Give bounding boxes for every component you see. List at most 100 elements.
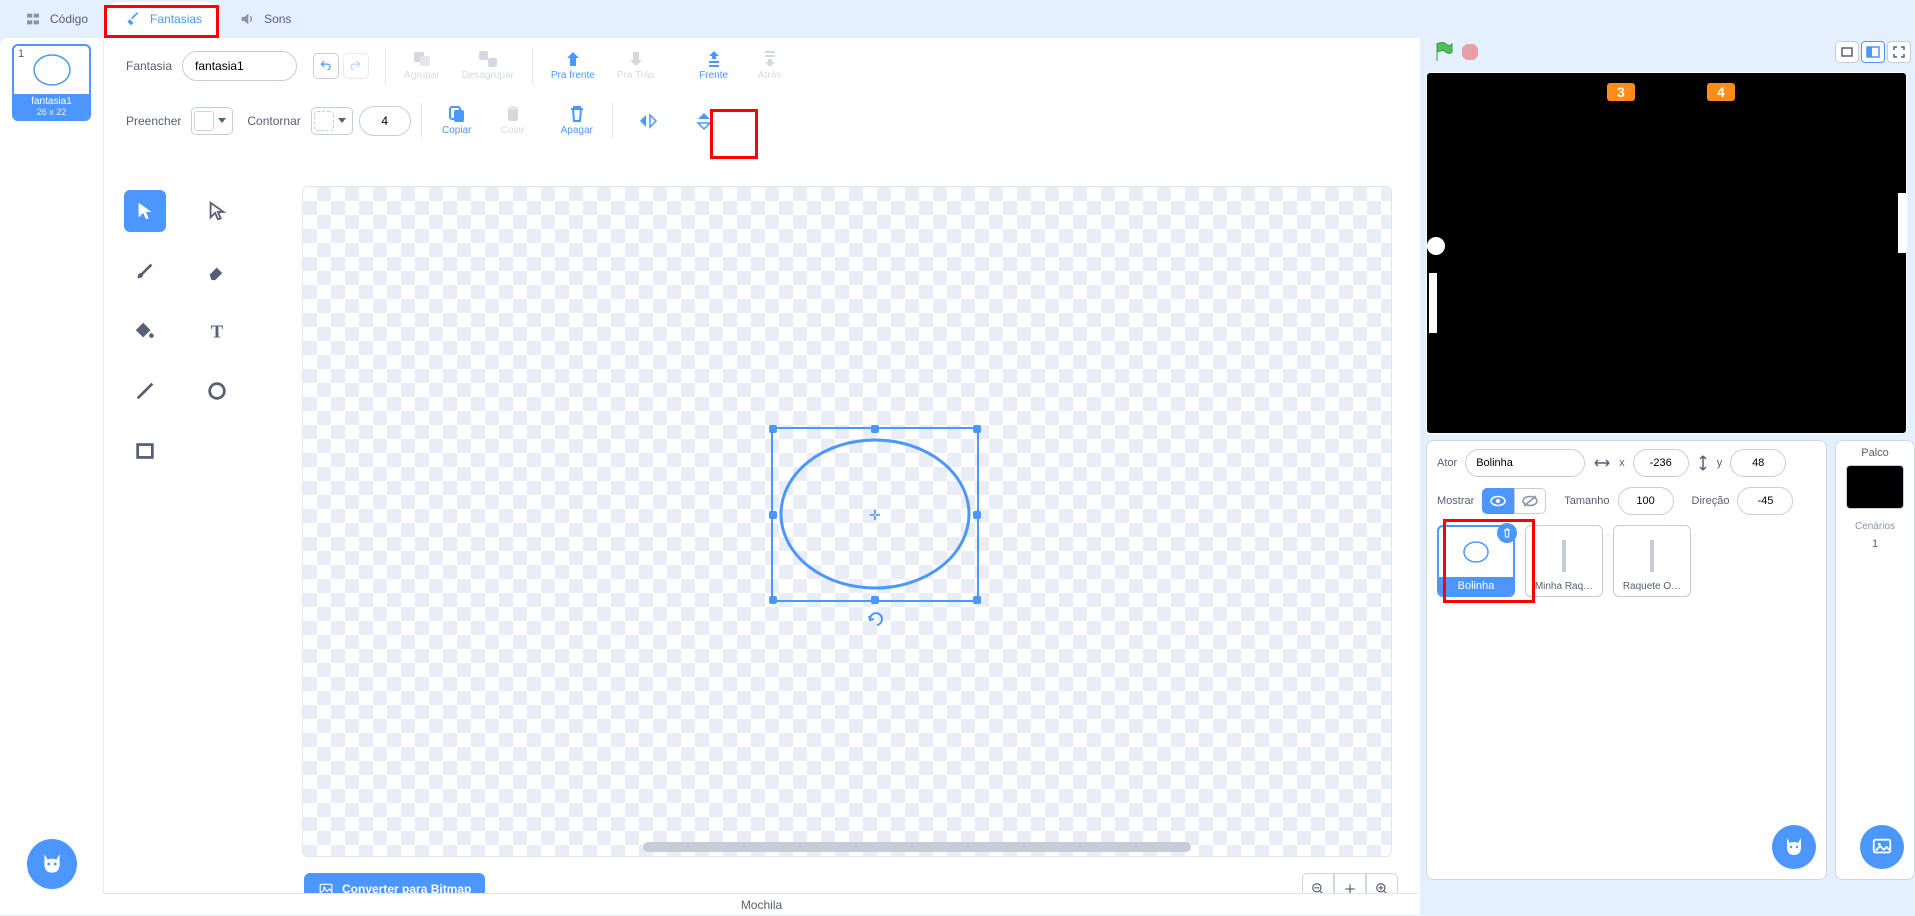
- flip-v-icon: [695, 111, 713, 131]
- back-button[interactable]: Atrás: [745, 48, 795, 83]
- front-icon: [705, 50, 723, 68]
- tab-code-label: Código: [50, 12, 88, 26]
- svg-text:T: T: [211, 321, 223, 341]
- paint-editor: Fantasia Agrupar Desagrupar Pra frente: [103, 38, 1420, 915]
- stop-icon[interactable]: [1460, 42, 1480, 62]
- direcao-label: Direção: [1692, 495, 1730, 507]
- tool-palette: T: [124, 190, 244, 472]
- stage-thumbnail[interactable]: [1846, 465, 1904, 509]
- sprite-card-raquete-oponente[interactable]: Raquete O…: [1613, 525, 1691, 597]
- outline-picker[interactable]: [311, 107, 353, 135]
- costume-list: 1 fantasia1 26 x 22: [0, 38, 103, 915]
- costume-preview: [28, 50, 76, 90]
- front-button[interactable]: Frente: [689, 48, 739, 83]
- tool-fill[interactable]: [124, 310, 166, 352]
- sound-icon: [238, 11, 256, 27]
- eraser-icon: [206, 260, 228, 282]
- paste-button[interactable]: Colar: [488, 103, 538, 138]
- add-sprite-button[interactable]: [1772, 825, 1816, 869]
- stage-paddle-left: [1429, 273, 1437, 333]
- tab-costumes[interactable]: Fantasias: [106, 2, 220, 36]
- redo-button[interactable]: [343, 53, 369, 79]
- fill-icon: [134, 320, 156, 342]
- costume-index: 1: [18, 48, 24, 60]
- delete-sprite-button[interactable]: [1497, 523, 1517, 543]
- tab-sounds-label: Sons: [264, 12, 291, 26]
- sprite-card-minha-raquete[interactable]: Minha Raq…: [1525, 525, 1603, 597]
- copy-button[interactable]: Copiar: [432, 103, 482, 138]
- stage-ball: [1427, 237, 1445, 255]
- sprite-card-bolinha[interactable]: Bolinha: [1437, 525, 1515, 597]
- tool-reshape[interactable]: [196, 190, 238, 232]
- sprite-info-pane: Ator x y Mostrar Tamanho: [1426, 440, 1827, 880]
- paint-canvas[interactable]: ✛: [302, 186, 1392, 857]
- costume-thumb[interactable]: 1 fantasia1 26 x 22: [12, 44, 91, 121]
- tab-code[interactable]: Código: [6, 2, 106, 36]
- backpack-bar[interactable]: Mochila: [103, 893, 1420, 915]
- tab-sounds[interactable]: Sons: [220, 2, 309, 36]
- trash-icon: [568, 105, 586, 123]
- sprite-card-label: Bolinha: [1439, 577, 1513, 595]
- tamanho-label: Tamanho: [1564, 495, 1609, 507]
- fullscreen-button[interactable]: [1887, 41, 1911, 63]
- sprite-x-input[interactable]: [1633, 449, 1689, 477]
- canvas-scrollbar-h[interactable]: [643, 842, 1191, 852]
- costume-name: fantasia1: [14, 96, 89, 107]
- brush-icon: [124, 11, 142, 27]
- stage-header: [1426, 38, 1915, 66]
- code-icon: [24, 11, 42, 27]
- add-costume-button[interactable]: [27, 839, 77, 889]
- cenarios-count: 1: [1872, 538, 1878, 550]
- backpack-label: Mochila: [741, 898, 782, 912]
- mostrar-label: Mostrar: [1437, 495, 1474, 507]
- y-label: y: [1717, 457, 1723, 469]
- toolbar-row-1: Fantasia Agrupar Desagrupar Pra frente: [104, 38, 1420, 93]
- ungroup-icon: [478, 50, 498, 68]
- flip-vertical-button[interactable]: [679, 109, 729, 133]
- group-button[interactable]: Agrupar: [396, 48, 448, 83]
- green-flag-icon[interactable]: [1432, 41, 1454, 63]
- sprite-size-input[interactable]: [1618, 487, 1674, 515]
- image-icon: [1871, 836, 1893, 858]
- select-icon: [134, 200, 156, 222]
- outline-width-input[interactable]: [359, 106, 411, 136]
- add-backdrop-button[interactable]: [1860, 825, 1904, 869]
- undo-button[interactable]: [313, 53, 339, 79]
- sprite-name-input[interactable]: [1465, 449, 1585, 477]
- xy-arrows-icon: [1593, 457, 1611, 469]
- copy-icon: [448, 105, 466, 123]
- forward-icon: [564, 50, 582, 68]
- show-visible-button[interactable]: [1482, 488, 1514, 514]
- tool-brush[interactable]: [124, 250, 166, 292]
- circle-icon: [206, 380, 228, 402]
- fill-picker[interactable]: [191, 107, 233, 135]
- stage-marker-1: 3: [1607, 83, 1635, 101]
- cat-icon: [1782, 835, 1806, 859]
- forward-button[interactable]: Pra frente: [543, 48, 603, 83]
- sprite-y-input[interactable]: [1730, 449, 1786, 477]
- stage-selector-pane: Palco Cenários 1: [1835, 440, 1915, 880]
- fill-label: Preencher: [126, 114, 181, 128]
- tool-eraser[interactable]: [196, 250, 238, 292]
- costume-name-label: Fantasia: [126, 59, 172, 73]
- stage-preview[interactable]: 3 4: [1426, 72, 1907, 434]
- small-stage-button[interactable]: [1835, 41, 1859, 63]
- ungroup-button[interactable]: Desagrupar: [454, 48, 522, 83]
- tool-select[interactable]: [124, 190, 166, 232]
- delete-button[interactable]: Apagar: [552, 103, 602, 138]
- tool-circle[interactable]: [196, 370, 238, 412]
- ator-label: Ator: [1437, 457, 1457, 469]
- tool-text[interactable]: T: [196, 310, 238, 352]
- sprite-card-label: Minha Raq…: [1530, 581, 1598, 592]
- rotation-handle[interactable]: [868, 612, 886, 629]
- tab-costumes-label: Fantasias: [150, 12, 202, 26]
- sprite-direction-input[interactable]: [1737, 487, 1793, 515]
- costume-name-input[interactable]: [182, 51, 297, 81]
- backward-button[interactable]: Pra Trás: [609, 48, 663, 83]
- tool-rect[interactable]: [124, 430, 166, 472]
- large-stage-button[interactable]: [1861, 41, 1885, 63]
- tool-line[interactable]: [124, 370, 166, 412]
- show-hidden-button[interactable]: [1514, 488, 1546, 514]
- flip-horizontal-button[interactable]: [623, 110, 673, 132]
- cenarios-label: Cenários: [1855, 521, 1895, 532]
